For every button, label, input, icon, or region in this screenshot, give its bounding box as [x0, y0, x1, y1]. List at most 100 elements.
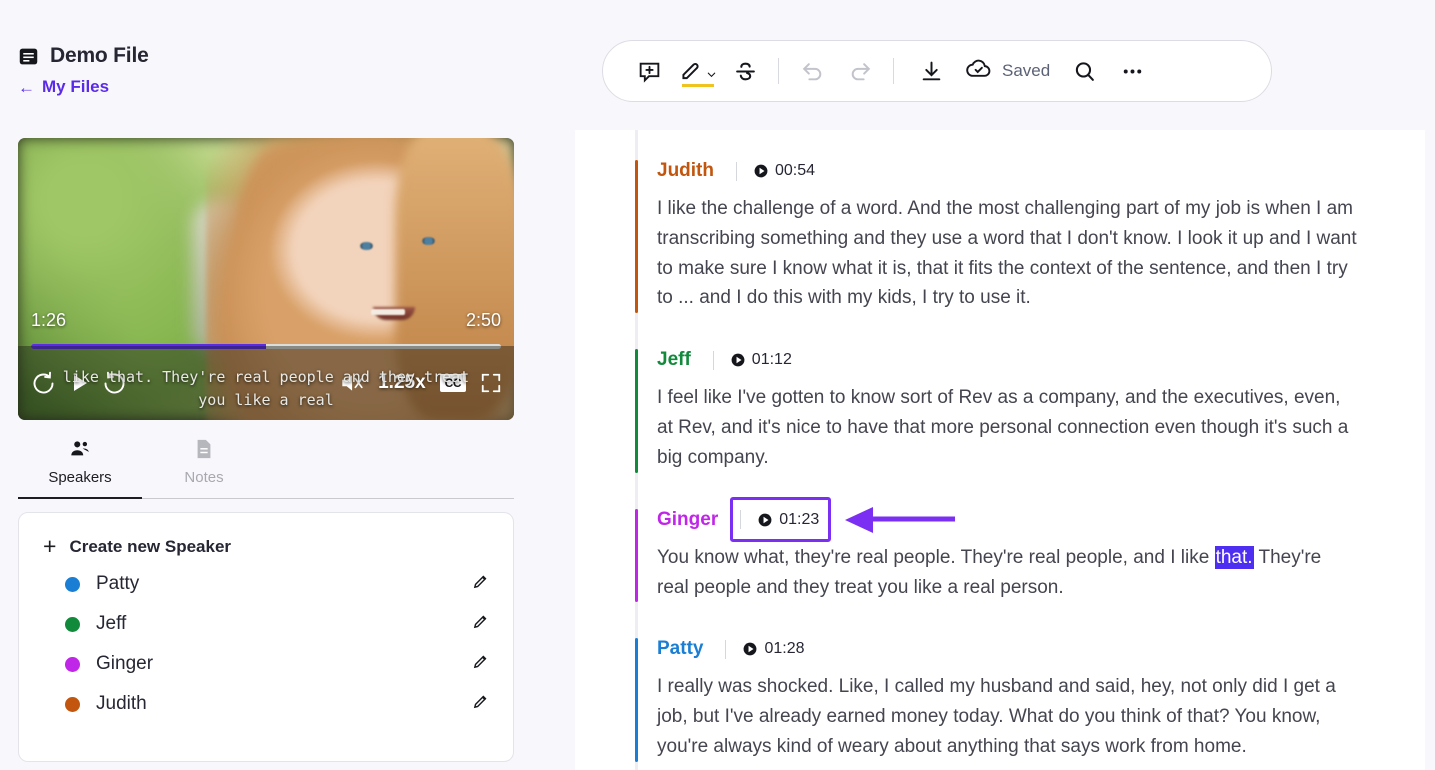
timestamp-label: 00:54 [775, 162, 815, 180]
back-link-label: My Files [42, 77, 109, 97]
play-timestamp-icon [758, 513, 772, 527]
timestamp-wrapper: 00:54 [736, 162, 815, 181]
speaker-label[interactable]: Jeff [657, 349, 691, 371]
header-divider [725, 640, 726, 659]
speaker-color-dot [65, 697, 80, 712]
transcript-text[interactable]: You know what, they're real people. They… [657, 543, 1357, 603]
create-new-speaker-label: Create new Speaker [69, 537, 231, 557]
document-icon [18, 46, 39, 67]
app-root: Demo File ← My Files 1:26 2:50 [0, 0, 1435, 770]
speaker-color-dot [65, 577, 80, 592]
speaker-row[interactable]: Ginger [43, 644, 489, 684]
header-divider [713, 351, 714, 370]
people-icon [68, 438, 92, 465]
speaker-name: Judith [96, 693, 472, 715]
transcript-block-header: Judith 00:54 [657, 154, 1425, 188]
speaker-label[interactable]: Judith [657, 160, 714, 182]
toolbar-divider [778, 58, 779, 84]
header-divider [740, 510, 741, 529]
add-comment-button[interactable] [625, 49, 673, 93]
timestamp-label: 01:28 [764, 640, 804, 658]
pencil-icon[interactable] [472, 573, 489, 595]
play-timestamp-icon [743, 642, 757, 656]
rewind-icon[interactable] [30, 370, 57, 397]
speaker-color-bar [635, 509, 638, 603]
transcript-block-header: Ginger 01:23 [657, 503, 1425, 537]
cc-icon[interactable]: CC [440, 374, 466, 392]
timestamp-button[interactable]: 00:54 [754, 162, 815, 180]
play-timestamp-icon [754, 164, 768, 178]
strikethrough-button[interactable] [721, 49, 769, 93]
video-player[interactable]: 1:26 2:50 [18, 138, 514, 420]
speakers-card: + Create new Speaker Patty Jeff Ginger Judi… [18, 512, 514, 762]
speaker-color-dot [65, 657, 80, 672]
mute-icon[interactable] [338, 370, 364, 396]
save-status[interactable]: Saved [955, 55, 1056, 87]
play-timestamp-icon [731, 353, 745, 367]
fullscreen-icon[interactable] [480, 372, 502, 394]
play-icon[interactable] [67, 371, 91, 395]
transcript-panel[interactable]: Judith 00:54 I like the challenge of a wor… [575, 130, 1425, 770]
highlighter-color-swatch [682, 84, 714, 87]
timestamp-label: 01:12 [752, 351, 792, 369]
transcript-text[interactable]: I really was shocked. Like, I called my … [657, 672, 1357, 761]
speaker-color-dot [65, 617, 80, 632]
transcript-blocks: Judith 00:54 I like the challenge of a wor… [575, 130, 1425, 770]
page-title: Demo File [50, 44, 149, 68]
speaker-label[interactable]: Ginger [657, 509, 718, 531]
toolbar-divider-2 [893, 58, 894, 84]
more-button[interactable] [1108, 49, 1156, 93]
playback-speed-label[interactable]: 1.25x [378, 372, 426, 394]
speaker-row[interactable]: Jeff [43, 604, 489, 644]
transcript-text[interactable]: I feel like I've gotten to know sort of … [657, 383, 1357, 472]
speaker-name: Patty [96, 573, 472, 595]
highlighter-button[interactable] [673, 49, 721, 93]
speaker-list: Patty Jeff Ginger Judith [43, 564, 489, 724]
timestamp-label: 01:23 [779, 511, 819, 529]
transcript-block-header: Patty 01:28 [657, 632, 1425, 666]
save-status-label: Saved [1002, 61, 1050, 81]
duration: 2:50 [466, 310, 501, 331]
file-header: Demo File [0, 0, 575, 68]
speaker-label[interactable]: Patty [657, 638, 703, 660]
undo-button[interactable] [788, 49, 836, 93]
speaker-row[interactable]: Judith [43, 684, 489, 724]
editor-toolbar: Saved [602, 40, 1272, 102]
transcript-text[interactable]: I like the challenge of a word. And the … [657, 194, 1357, 313]
current-time: 1:26 [31, 310, 66, 331]
tab-notes-label: Notes [184, 469, 223, 486]
speaker-name: Jeff [96, 613, 472, 635]
transcript-block-header: Jeff 01:12 [657, 343, 1425, 377]
forward-icon[interactable] [101, 370, 128, 397]
selected-text: that. [1215, 546, 1254, 569]
pencil-icon[interactable] [472, 613, 489, 635]
timestamp-wrapper: 01:12 [713, 351, 792, 370]
speaker-color-bar [635, 349, 638, 472]
download-button[interactable] [907, 49, 955, 93]
sidebar-tabs: Speakers Notes [18, 430, 514, 499]
back-to-my-files-link[interactable]: ← My Files [18, 77, 109, 97]
speaker-name: Ginger [96, 653, 472, 675]
tab-speakers[interactable]: Speakers [18, 430, 142, 499]
tab-notes[interactable]: Notes [142, 430, 266, 498]
timestamp-button[interactable]: 01:23 [758, 511, 819, 529]
speaker-row[interactable]: Patty [43, 564, 489, 604]
transcript-block: Judith 00:54 I like the challenge of a wor… [575, 154, 1425, 343]
tab-speakers-label: Speakers [48, 469, 111, 486]
search-button[interactable] [1060, 49, 1108, 93]
plus-icon: + [43, 535, 56, 558]
timestamp-button[interactable]: 01:28 [743, 640, 804, 658]
cloud-check-icon [965, 55, 992, 87]
transcript-block: Ginger 01:23 You know what, they're real p… [575, 503, 1425, 633]
speaker-color-bar [635, 160, 638, 313]
redo-button[interactable] [836, 49, 884, 93]
pencil-icon[interactable] [472, 653, 489, 675]
transcript-block: Jeff 01:12 I feel like I've gotten to know… [575, 343, 1425, 502]
back-arrow-icon: ← [18, 79, 35, 96]
timestamp-button[interactable]: 01:12 [731, 351, 792, 369]
header-divider [736, 162, 737, 181]
speaker-color-bar [635, 638, 638, 761]
create-new-speaker-button[interactable]: + Create new Speaker [43, 535, 489, 558]
notes-icon [193, 438, 215, 465]
pencil-icon[interactable] [472, 693, 489, 715]
